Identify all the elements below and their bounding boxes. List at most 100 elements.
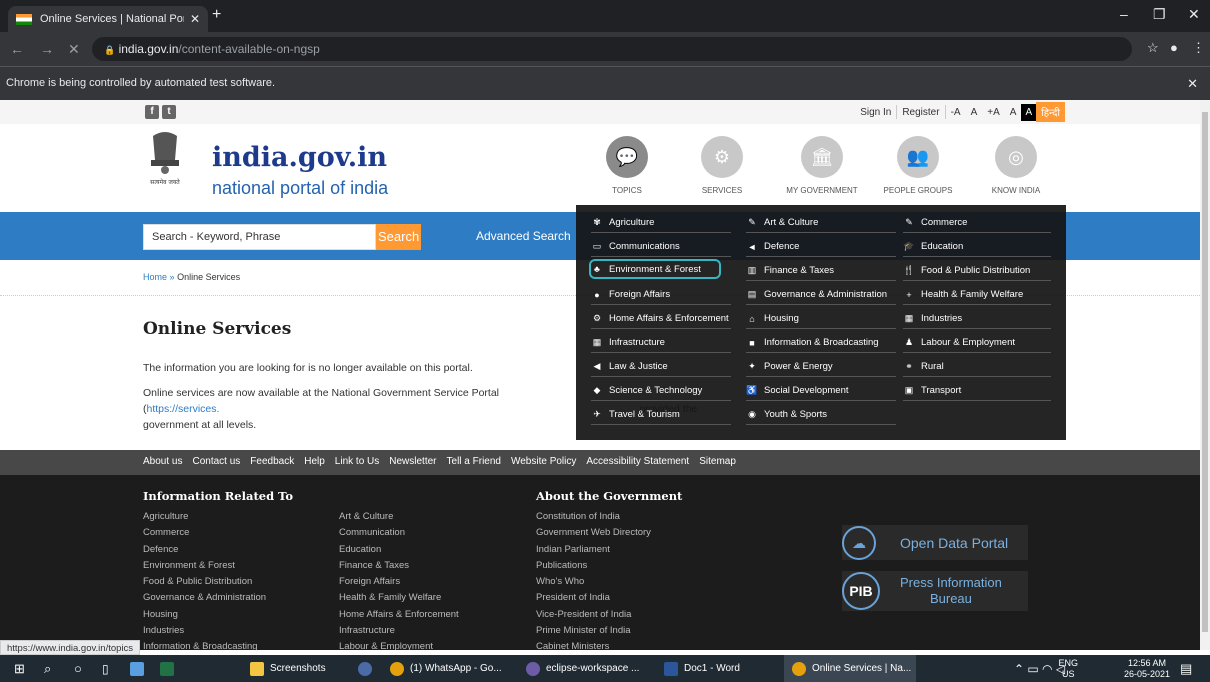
- menu-item-education[interactable]: 🎓 Education: [903, 237, 1051, 257]
- excel-icon[interactable]: [160, 655, 180, 682]
- windows-start-icon[interactable]: ⊞: [14, 655, 25, 682]
- menu-item-industries[interactable]: ▦ Industries: [903, 309, 1051, 329]
- open-data-portal-link[interactable]: ☁ Open Data Portal: [842, 525, 1028, 560]
- footer-link-help[interactable]: Help: [304, 456, 325, 469]
- menu-item-foreign-affairs[interactable]: ● Foreign Affairs: [591, 285, 731, 305]
- footer-link[interactable]: Agriculture: [143, 511, 266, 527]
- tab-close-icon[interactable]: ✕: [190, 12, 200, 26]
- menu-item-governance[interactable]: ▤ Governance & Administration: [746, 285, 896, 305]
- nav-my-government[interactable]: 🏛 MY GOVERNMENT: [772, 136, 872, 195]
- url-input[interactable]: 🔒 india.gov.in/content-available-on-ngsp: [92, 37, 1132, 61]
- font-decrease-button[interactable]: -A: [946, 107, 966, 118]
- taskbar-item-eclipse[interactable]: eclipse-workspace ...: [526, 655, 656, 682]
- page-scrollbar[interactable]: [1200, 100, 1210, 650]
- search-icon[interactable]: ⌕: [44, 655, 51, 682]
- signin-link[interactable]: Sign In: [855, 107, 896, 118]
- footer-link-contact[interactable]: Contact us: [192, 456, 240, 469]
- menu-item-commerce[interactable]: ✎ Commerce: [903, 213, 1051, 233]
- footer-link[interactable]: Who's Who: [536, 576, 651, 592]
- search-input[interactable]: Search - Keyword, Phrase: [143, 224, 376, 250]
- back-button[interactable]: ←: [10, 41, 24, 57]
- facebook-icon[interactable]: f: [145, 105, 159, 119]
- footer-link-newsletter[interactable]: Newsletter: [389, 456, 436, 469]
- stop-button[interactable]: ✕: [68, 41, 80, 58]
- footer-link[interactable]: Industries: [143, 625, 266, 641]
- footer-link[interactable]: Constitution of India: [536, 511, 651, 527]
- footer-link[interactable]: Finance & Taxes: [339, 560, 459, 576]
- breadcrumb-home[interactable]: Home: [143, 272, 167, 282]
- browser-tab[interactable]: Online Services | National Portal ✕: [8, 6, 208, 32]
- menu-item-communications[interactable]: ▭ Communications: [591, 237, 731, 257]
- hindi-language-button[interactable]: हिन्दी: [1036, 102, 1065, 122]
- search-button[interactable]: Search: [376, 224, 421, 250]
- footer-link[interactable]: Indian Parliament: [536, 544, 651, 560]
- scrollbar-thumb[interactable]: [1202, 112, 1208, 632]
- footer-link-sitemap[interactable]: Sitemap: [699, 456, 736, 469]
- footer-link[interactable]: Government Web Directory: [536, 527, 651, 543]
- nav-services[interactable]: ⚙ SERVICES: [672, 136, 772, 195]
- footer-link-policy[interactable]: Website Policy: [511, 456, 576, 469]
- footer-link[interactable]: Vice-President of India: [536, 609, 651, 625]
- advanced-search-link[interactable]: Advanced Search: [476, 229, 571, 243]
- chrome-menu-icon[interactable]: ⋮: [1192, 40, 1205, 56]
- clock[interactable]: 12:56 AM 26-05-2021: [1124, 658, 1170, 680]
- footer-link[interactable]: Information & Broadcasting: [143, 641, 266, 650]
- footer-link[interactable]: Communication: [339, 527, 459, 543]
- footer-link[interactable]: Housing: [143, 609, 266, 625]
- menu-item-agriculture[interactable]: ✾ Agriculture: [591, 213, 731, 233]
- pib-link[interactable]: PIB Press Information Bureau: [842, 571, 1028, 611]
- footer-link-tellfriend[interactable]: Tell a Friend: [447, 456, 501, 469]
- footer-link[interactable]: Prime Minister of India: [536, 625, 651, 641]
- task-view-icon[interactable]: ▯: [102, 655, 109, 682]
- infobar-close-icon[interactable]: ✕: [1187, 76, 1198, 92]
- menu-item-food-distribution[interactable]: 🍴 Food & Public Distribution: [903, 261, 1051, 281]
- light-contrast-button[interactable]: A: [1005, 107, 1022, 118]
- footer-link[interactable]: Governance & Administration: [143, 592, 266, 608]
- menu-item-defence[interactable]: ◄ Defence: [746, 237, 896, 257]
- twitter-icon[interactable]: t: [162, 105, 176, 119]
- cortana-icon[interactable]: ○: [74, 655, 82, 682]
- forward-button[interactable]: →: [40, 41, 54, 57]
- system-tray-icons[interactable]: ⌃ ▭ ◠ ◁: [1014, 655, 1065, 682]
- footer-link[interactable]: Publications: [536, 560, 651, 576]
- menu-item-transport[interactable]: ▣ Transport: [903, 381, 1051, 401]
- menu-item-youth-sports[interactable]: ◉ Youth & Sports: [746, 405, 896, 425]
- footer-link[interactable]: Art & Culture: [339, 511, 459, 527]
- footer-link[interactable]: Environment & Forest: [143, 560, 266, 576]
- footer-link[interactable]: Health & Family Welfare: [339, 592, 459, 608]
- maximize-button[interactable]: ❐: [1153, 6, 1166, 23]
- footer-link[interactable]: Education: [339, 544, 459, 560]
- minimize-button[interactable]: –: [1120, 6, 1128, 22]
- nav-topics[interactable]: 💬 TOPICS: [577, 136, 677, 195]
- app-icon[interactable]: [358, 655, 378, 682]
- footer-link-feedback[interactable]: Feedback: [250, 456, 294, 469]
- menu-item-travel-tourism[interactable]: ✈ Travel & Tourism: [591, 405, 731, 425]
- language-indicator[interactable]: ENG US: [1058, 658, 1078, 680]
- footer-link[interactable]: Food & Public Distribution: [143, 576, 266, 592]
- close-window-button[interactable]: ✕: [1188, 6, 1200, 23]
- footer-link[interactable]: Infrastructure: [339, 625, 459, 641]
- font-increase-button[interactable]: +A: [982, 107, 1005, 118]
- taskbar-item-whatsapp[interactable]: (1) WhatsApp - Go...: [390, 655, 520, 682]
- menu-item-environment-forest[interactable]: ♣ Environment & Forest: [589, 259, 721, 279]
- menu-item-housing[interactable]: ⌂ Housing: [746, 309, 896, 329]
- menu-item-information-broadcasting[interactable]: ■ Information & Broadcasting: [746, 333, 896, 353]
- app-icon[interactable]: [130, 655, 150, 682]
- menu-item-social-development[interactable]: ♿ Social Development: [746, 381, 896, 401]
- font-normal-button[interactable]: A: [966, 107, 983, 118]
- menu-item-finance-taxes[interactable]: ▥ Finance & Taxes: [746, 261, 896, 281]
- taskbar-item-screenshots[interactable]: Screenshots: [250, 655, 340, 682]
- menu-item-power-energy[interactable]: ✦ Power & Energy: [746, 357, 896, 377]
- footer-link[interactable]: Cabinet Ministers: [536, 641, 651, 650]
- register-link[interactable]: Register: [897, 107, 944, 118]
- footer-link-about[interactable]: About us: [143, 456, 182, 469]
- menu-item-rural[interactable]: ⚭ Rural: [903, 357, 1051, 377]
- footer-link[interactable]: Defence: [143, 544, 266, 560]
- menu-item-infrastructure[interactable]: ▦ Infrastructure: [591, 333, 731, 353]
- taskbar-item-chrome-active[interactable]: Online Services | Na...: [784, 655, 916, 682]
- services-link[interactable]: https://services.: [147, 403, 220, 415]
- footer-link[interactable]: President of India: [536, 592, 651, 608]
- high-contrast-button[interactable]: A: [1021, 103, 1037, 121]
- footer-link[interactable]: Home Affairs & Enforcement: [339, 609, 459, 625]
- menu-item-science-technology[interactable]: ◆ Science & Technology: [591, 381, 731, 401]
